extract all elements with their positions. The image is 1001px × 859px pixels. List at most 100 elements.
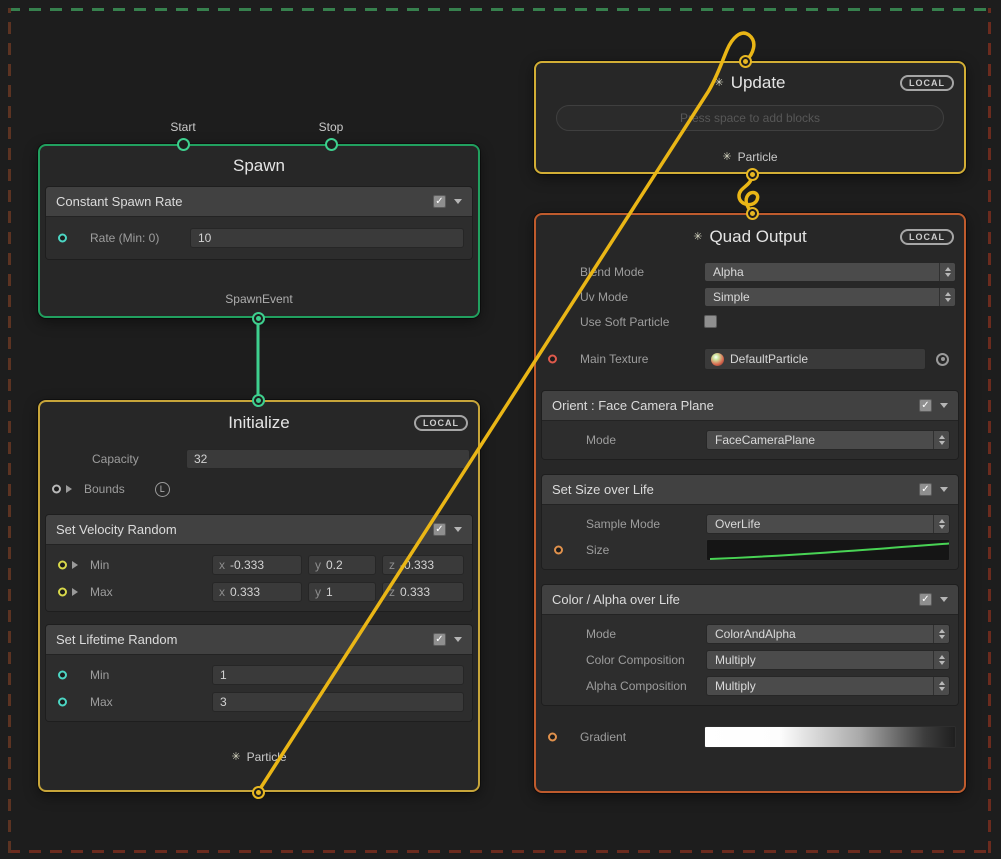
rate-field[interactable]: 10 <box>190 228 464 248</box>
set-velocity-random-enabled-checkbox[interactable] <box>433 523 446 536</box>
main-texture-port[interactable] <box>548 355 557 364</box>
velocity-min-y-field[interactable]: y 0.2 <box>308 555 376 575</box>
lifetime-max-port[interactable] <box>58 697 67 706</box>
spawn-stop-port[interactable] <box>325 138 338 151</box>
set-velocity-random-header[interactable]: Set Velocity Random <box>46 515 472 544</box>
color-mode-value: ColorAndAlpha <box>707 627 933 641</box>
orient-block-header[interactable]: Orient : Face Camera Plane <box>542 391 958 420</box>
velocity-max-x-field[interactable]: x 0.333 <box>212 582 302 602</box>
constant-spawn-rate-header[interactable]: Constant Spawn Rate <box>46 187 472 216</box>
color-alpha-over-life-header[interactable]: Color / Alpha over Life <box>542 585 958 614</box>
capacity-row: Capacity 32 <box>40 444 478 474</box>
size-over-life-enabled-checkbox[interactable] <box>919 483 932 496</box>
initialize-input-port[interactable] <box>252 394 265 407</box>
rate-input-port[interactable] <box>58 234 67 243</box>
color-alpha-over-life-block[interactable]: Color / Alpha over Life Mode ColorAndAlp… <box>541 584 959 706</box>
update-scope-badge[interactable]: LOCAL <box>900 75 954 91</box>
bounds-input-port[interactable] <box>52 485 61 494</box>
color-composition-value: Multiply <box>707 653 933 667</box>
bounds-expander-icon[interactable] <box>66 485 72 493</box>
set-velocity-random-block[interactable]: Set Velocity Random Min x -0.333 <box>45 514 473 612</box>
chevron-down-icon[interactable] <box>940 403 948 408</box>
dropdown-arrows-icon <box>939 263 955 281</box>
color-alpha-enabled-checkbox[interactable] <box>919 593 932 606</box>
chevron-down-icon[interactable] <box>454 637 462 642</box>
set-lifetime-random-block[interactable]: Set Lifetime Random Min 1 Max <box>45 624 473 722</box>
velocity-max-y-field[interactable]: y 1 <box>308 582 376 602</box>
chevron-down-icon[interactable] <box>940 597 948 602</box>
main-texture-row: Main Texture DefaultParticle <box>536 342 964 376</box>
update-particle-output-port[interactable] <box>746 168 759 181</box>
system-frame-bottom <box>8 850 991 853</box>
size-curve-field[interactable] <box>706 539 950 561</box>
alpha-composition-dropdown[interactable]: Multiply <box>706 676 950 696</box>
lifetime-max-field[interactable]: 3 <box>212 692 464 712</box>
orient-mode-row: Mode FaceCameraPlane <box>542 427 958 453</box>
capacity-field[interactable]: 32 <box>186 449 470 469</box>
size-over-life-header[interactable]: Set Size over Life <box>542 475 958 504</box>
lifetime-max-value: 3 <box>220 695 227 709</box>
chevron-down-icon[interactable] <box>454 527 462 532</box>
system-frame-top <box>8 8 991 11</box>
size-over-life-block[interactable]: Set Size over Life Sample Mode OverLife … <box>541 474 959 570</box>
gradient-port[interactable] <box>548 733 557 742</box>
velocity-max-port[interactable] <box>58 587 67 596</box>
constant-spawn-rate-enabled-checkbox[interactable] <box>433 195 446 208</box>
spawn-title-text: Spawn <box>233 156 285 176</box>
velocity-max-expander-icon[interactable] <box>72 588 78 596</box>
sample-mode-dropdown[interactable]: OverLife <box>706 514 950 534</box>
lifetime-min-field[interactable]: 1 <box>212 665 464 685</box>
alpha-composition-row: Alpha Composition Multiply <box>542 673 958 699</box>
lifetime-min-port[interactable] <box>58 670 67 679</box>
color-composition-dropdown[interactable]: Multiply <box>706 650 950 670</box>
velocity-max-z-field[interactable]: z 0.333 <box>382 582 464 602</box>
constant-spawn-rate-block[interactable]: Constant Spawn Rate Rate (Min: 0) 10 <box>45 186 473 260</box>
bounds-space-letter: L <box>160 484 165 494</box>
update-add-blocks-area[interactable]: Press space to add blocks <box>556 105 944 131</box>
quad-output-scope-badge[interactable]: LOCAL <box>900 229 954 245</box>
initialize-context-node[interactable]: Initialize LOCAL Capacity 32 Bounds L Se… <box>38 400 480 792</box>
uv-mode-value: Simple <box>705 290 939 304</box>
soft-particle-checkbox[interactable] <box>704 315 717 328</box>
blend-mode-dropdown[interactable]: Alpha <box>704 262 956 282</box>
bounds-space-icon[interactable]: L <box>155 482 170 497</box>
main-texture-value: DefaultParticle <box>730 352 808 366</box>
update-context-node[interactable]: ✳ Update LOCAL Press space to add blocks… <box>534 61 966 174</box>
lifetime-min-value: 1 <box>220 668 227 682</box>
initialize-particle-output-port[interactable] <box>252 786 265 799</box>
color-mode-dropdown[interactable]: ColorAndAlpha <box>706 624 950 644</box>
orient-mode-dropdown[interactable]: FaceCameraPlane <box>706 430 950 450</box>
chevron-down-icon[interactable] <box>454 199 462 204</box>
update-title: ✳ Update LOCAL <box>536 63 964 103</box>
main-texture-object-field[interactable]: DefaultParticle <box>704 348 926 370</box>
quad-output-context-node[interactable]: ✳ Quad Output LOCAL Blend Mode Alpha Uv … <box>534 213 966 793</box>
main-texture-label: Main Texture <box>580 352 704 366</box>
object-picker-icon[interactable] <box>936 353 949 366</box>
particle-icon: ✳ <box>231 752 240 763</box>
set-lifetime-random-enabled-checkbox[interactable] <box>433 633 446 646</box>
color-composition-row: Color Composition Multiply <box>542 647 958 673</box>
quad-output-input-port[interactable] <box>746 207 759 220</box>
chevron-down-icon[interactable] <box>940 487 948 492</box>
velocity-min-port[interactable] <box>58 560 67 569</box>
update-input-port[interactable] <box>739 55 752 68</box>
initialize-scope-badge[interactable]: LOCAL <box>414 415 468 431</box>
spawn-event-output-port[interactable] <box>252 312 265 325</box>
gradient-row: Gradient <box>536 722 964 752</box>
set-lifetime-random-header[interactable]: Set Lifetime Random <box>46 625 472 654</box>
set-velocity-random-label: Set Velocity Random <box>56 522 177 537</box>
dropdown-arrows-icon <box>933 431 949 449</box>
orient-enabled-checkbox[interactable] <box>919 399 932 412</box>
spawn-start-port[interactable] <box>177 138 190 151</box>
velocity-min-x-field[interactable]: x -0.333 <box>212 555 302 575</box>
vfx-graph-canvas[interactable]: Start Stop Spawn Constant Spawn Rate Rat… <box>0 0 1001 859</box>
gradient-field[interactable] <box>704 726 956 748</box>
velocity-min-z-field[interactable]: z -0.333 <box>382 555 464 575</box>
initialize-output-footer: ✳ Particle <box>40 750 478 764</box>
uv-mode-dropdown[interactable]: Simple <box>704 287 956 307</box>
velocity-min-expander-icon[interactable] <box>72 561 78 569</box>
dropdown-arrows-icon <box>939 288 955 306</box>
orient-block[interactable]: Orient : Face Camera Plane Mode FaceCame… <box>541 390 959 460</box>
spawn-context-node[interactable]: Spawn Constant Spawn Rate Rate (Min: 0) … <box>38 144 480 318</box>
size-port[interactable] <box>554 546 563 555</box>
